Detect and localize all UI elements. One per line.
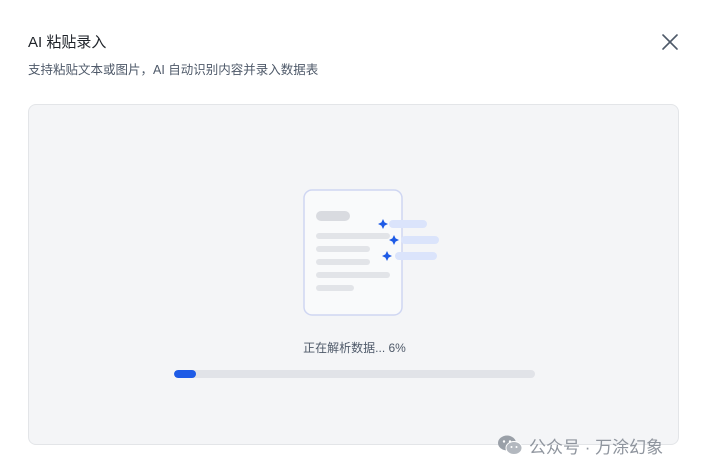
close-button[interactable] — [657, 29, 683, 55]
watermark: 公众号 · 万涂幻象 — [497, 432, 663, 458]
ai-document-sparkle-icon — [303, 189, 443, 317]
parsing-status-text: 正在解析数据... 6% — [303, 341, 406, 355]
parsing-progress-bar — [174, 370, 535, 378]
wechat-icon — [498, 435, 523, 455]
dialog-subtitle: 支持粘贴文本或图片，AI 自动识别内容并录入数据表 — [28, 63, 319, 77]
dialog-title: AI 粘贴录入 — [28, 34, 107, 51]
watermark-text: 公众号 · 万涂幻象 — [529, 437, 664, 457]
parsing-progress-fill — [174, 370, 196, 378]
close-icon — [662, 34, 678, 50]
ai-paste-dialog: AI 粘贴录入 支持粘贴文本或图片，AI 自动识别内容并录入数据表 正在解析数据… — [0, 0, 707, 474]
paste-dropzone[interactable]: 正在解析数据... 6% — [28, 104, 679, 445]
